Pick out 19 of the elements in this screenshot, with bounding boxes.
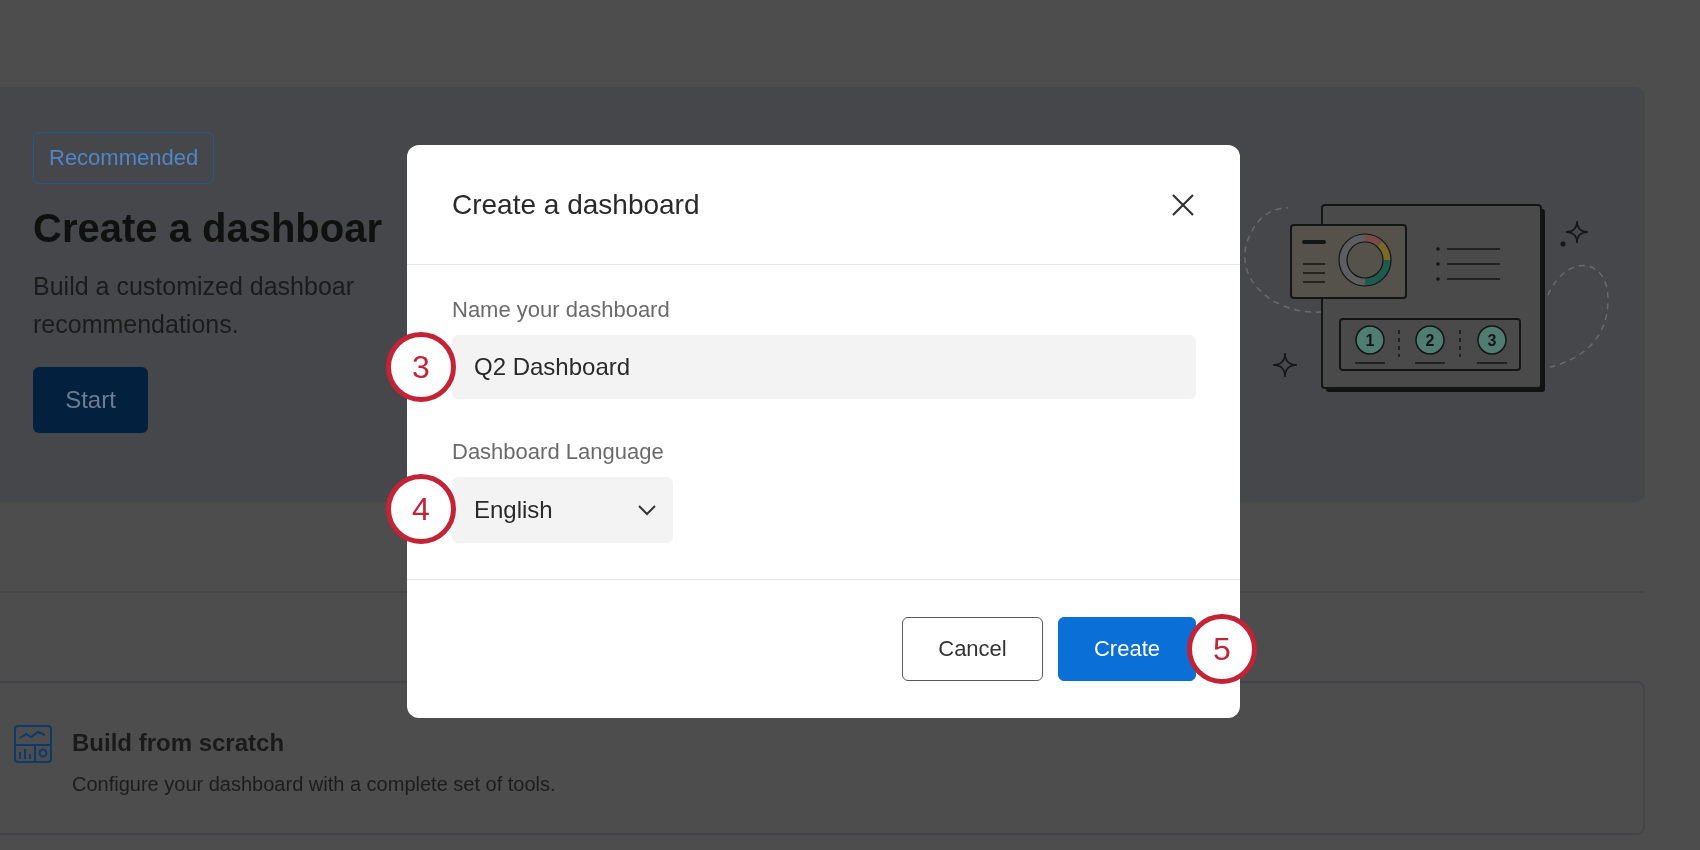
name-input-field[interactable]: Q2 Dashboard	[452, 335, 1196, 399]
step-number: 3	[1487, 332, 1497, 349]
close-icon	[1170, 191, 1196, 218]
recommended-tag: Recommended	[33, 132, 215, 184]
close-button[interactable]	[1170, 191, 1196, 218]
start-button[interactable]: Start	[33, 367, 148, 433]
step-number: 1	[1365, 332, 1375, 349]
step-callout: 4	[386, 474, 456, 544]
step-number: 2	[1425, 332, 1435, 349]
language-dropdown[interactable]: English	[452, 477, 673, 543]
banner-title: Create a dashboar	[33, 206, 383, 251]
field-label: Dashboard Language	[452, 439, 665, 465]
step-callout: 5	[1187, 614, 1257, 684]
chevron-down-icon	[637, 504, 657, 516]
create-button[interactable]: Create	[1058, 617, 1196, 681]
dialog-title: Create a dashboard	[452, 188, 700, 221]
chart-board-icon	[14, 725, 52, 763]
cancel-button[interactable]: Cancel	[902, 617, 1043, 681]
field-label: Name your dashboard	[452, 297, 671, 323]
